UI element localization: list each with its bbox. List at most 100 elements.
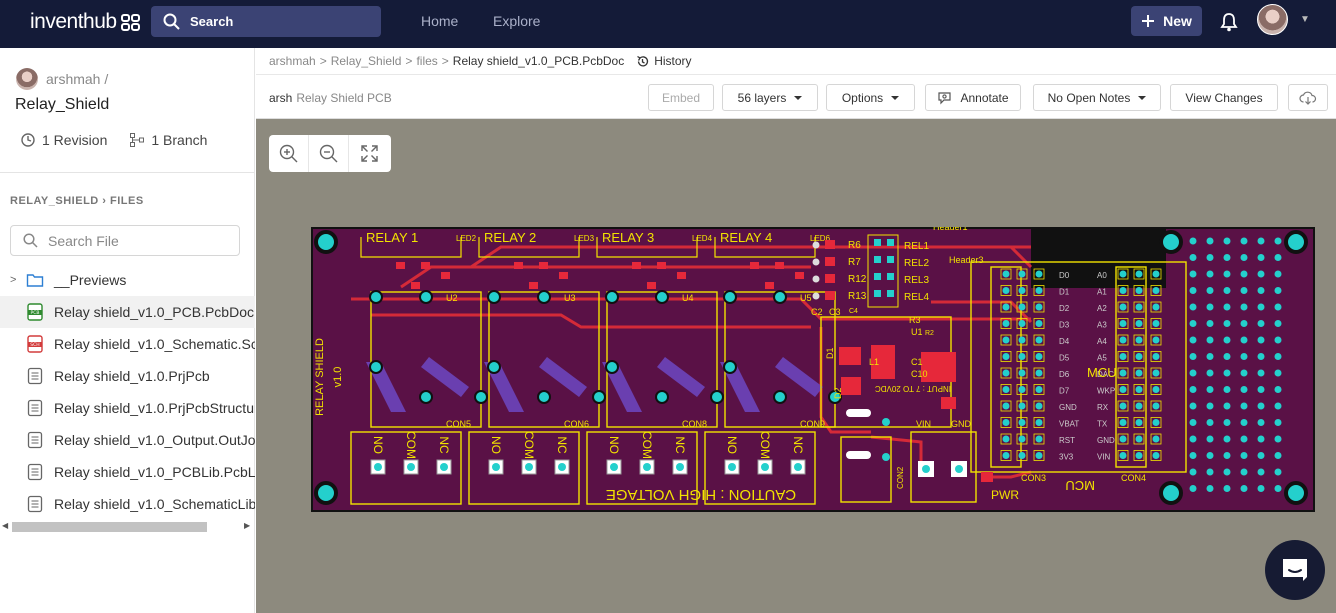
- list-item[interactable]: Relay shield_v1.0.PrjPcbStructure: [0, 392, 255, 424]
- horizontal-scrollbar[interactable]: ◀ ▶: [0, 519, 255, 533]
- proto-hole: [1257, 353, 1265, 360]
- file-search-input[interactable]: Search File: [10, 225, 240, 256]
- mcu-pin: [1119, 369, 1127, 377]
- c4-label: C4: [849, 308, 858, 315]
- terminal-label: NC: [673, 436, 687, 454]
- terminal-label: COM: [404, 431, 418, 459]
- layers-dropdown[interactable]: 56 layers: [722, 84, 818, 111]
- proto-hole: [1223, 353, 1231, 360]
- notes-dropdown[interactable]: No Open Notes: [1033, 84, 1161, 111]
- options-dropdown[interactable]: Options: [826, 84, 915, 111]
- proto-hole: [1240, 386, 1248, 393]
- slot-pad: [846, 409, 871, 417]
- list-item[interactable]: Relay shield_v1.0.PrjPcb: [0, 360, 255, 392]
- new-button[interactable]: New: [1131, 6, 1202, 36]
- proto-hole: [1206, 419, 1214, 426]
- annotate-button[interactable]: Annotate: [925, 84, 1021, 111]
- mcu-pin: [1135, 303, 1143, 311]
- repo-owner[interactable]: arshmah /: [16, 68, 108, 90]
- list-item[interactable]: PCB Relay shield_v1.0_PCB.PcbDoc: [0, 296, 255, 328]
- list-item[interactable]: Relay shield_v1.0_PCBLib.PcbLib: [0, 456, 255, 488]
- branches-link[interactable]: 1 Branch: [129, 132, 207, 148]
- terminal-hole: [440, 463, 448, 471]
- zoom-in-button[interactable]: [269, 135, 309, 172]
- schematic-file-icon: SCH: [27, 335, 43, 353]
- global-search[interactable]: Search: [151, 6, 381, 37]
- chat-support-button[interactable]: [1265, 540, 1325, 600]
- annotate-icon: [938, 91, 952, 104]
- chevron-down-icon[interactable]: ▼: [1300, 14, 1310, 25]
- chevron-right-icon[interactable]: >: [10, 274, 16, 286]
- proto-hole: [1240, 254, 1248, 261]
- logo[interactable]: inventhub: [30, 10, 140, 34]
- mcu-pin: [1002, 402, 1010, 410]
- pad: [723, 360, 737, 374]
- fit-to-screen-button[interactable]: [349, 135, 389, 172]
- list-item[interactable]: Relay shield_v1.0_Output.OutJob: [0, 424, 255, 456]
- branches-label: 1 Branch: [151, 132, 208, 148]
- proto-hole: [1274, 320, 1282, 327]
- embed-button[interactable]: Embed: [648, 84, 714, 111]
- mcu-pin: [1135, 320, 1143, 327]
- nav-home[interactable]: Home: [421, 13, 458, 29]
- mcu-pin: [1119, 287, 1127, 294]
- proto-hole: [1189, 254, 1197, 261]
- project-name: Relay Shield PCB: [296, 91, 392, 105]
- list-item[interactable]: Relay shield_v1.0_SchematicLib.SchLib: [0, 488, 255, 520]
- logo-mark-icon: [120, 13, 140, 31]
- mcu-pin: [1152, 353, 1160, 360]
- smd-pad: [765, 282, 774, 289]
- pcb-viewer-canvas[interactable]: RELAY 1 LED2 U2 CON5 NO COM NC RELAY 2 LED3 U3 CON…: [256, 119, 1336, 613]
- history-link[interactable]: History: [636, 54, 692, 68]
- mcu-pin-label: A2: [1097, 304, 1107, 313]
- nav-explore[interactable]: Explore: [493, 13, 540, 29]
- pad: [812, 241, 820, 249]
- c10-label: C10: [911, 369, 928, 379]
- mcu-pin: [1135, 435, 1143, 443]
- bell-icon[interactable]: [1220, 12, 1238, 32]
- breadcrumb-owner[interactable]: arshmah: [269, 54, 316, 68]
- smd-pad: [514, 262, 523, 269]
- pad: [710, 390, 724, 404]
- smd-pad: [677, 272, 686, 279]
- u1-label: U1: [911, 327, 923, 337]
- relay-label: RELAY 4: [720, 230, 772, 245]
- mcu-pin: [1002, 353, 1010, 360]
- view-changes-button[interactable]: View Changes: [1170, 84, 1278, 111]
- user-avatar[interactable]: [1257, 4, 1288, 35]
- component-pad: [841, 377, 861, 395]
- breadcrumb-folder[interactable]: files: [416, 54, 437, 68]
- slot-pad: [846, 451, 871, 459]
- scroll-left-icon[interactable]: ◀: [2, 521, 8, 530]
- annotate-label: Annotate: [960, 90, 1009, 105]
- scroll-right-icon[interactable]: ▶: [244, 521, 250, 530]
- mcu-pin: [1135, 353, 1143, 360]
- zoom-out-button[interactable]: [309, 135, 349, 172]
- terminal-label: COM: [640, 431, 654, 459]
- proto-hole: [1206, 369, 1214, 377]
- list-item[interactable]: SCH Relay shield_v1.0_Schematic.SchDoc: [0, 328, 255, 360]
- proto-hole: [1223, 435, 1231, 443]
- revisions-link[interactable]: 1 Revision: [20, 132, 107, 148]
- list-item[interactable]: > __Previews: [0, 264, 255, 296]
- proto-hole: [1274, 336, 1282, 344]
- rel-label: REL3: [904, 275, 929, 286]
- proto-hole: [1274, 468, 1282, 476]
- con3-label: CON3: [1021, 473, 1046, 483]
- mcu-pin: [1135, 402, 1143, 410]
- proto-hole: [1257, 254, 1265, 261]
- cloud-download-icon: [1299, 91, 1317, 105]
- file-name: Relay shield_v1.0_PCB.PcbDoc: [54, 304, 254, 320]
- pcb-board[interactable]: RELAY 1 LED2 U2 CON5 NO COM NC RELAY 2 LED3 U3 CON…: [311, 227, 1315, 512]
- proto-hole: [1206, 270, 1214, 278]
- mcu-pin-label: D4: [1059, 337, 1070, 346]
- scrollbar-thumb[interactable]: [12, 522, 207, 532]
- download-button[interactable]: [1288, 84, 1328, 111]
- mcu-pin: [1135, 452, 1143, 459]
- mcu-pin: [1152, 419, 1160, 426]
- proto-hole: [1257, 419, 1265, 426]
- led-label: LED3: [574, 234, 595, 243]
- breadcrumb-repo[interactable]: Relay_Shield: [331, 54, 402, 68]
- repo-title[interactable]: Relay_Shield: [15, 96, 109, 114]
- proto-hole: [1206, 452, 1214, 459]
